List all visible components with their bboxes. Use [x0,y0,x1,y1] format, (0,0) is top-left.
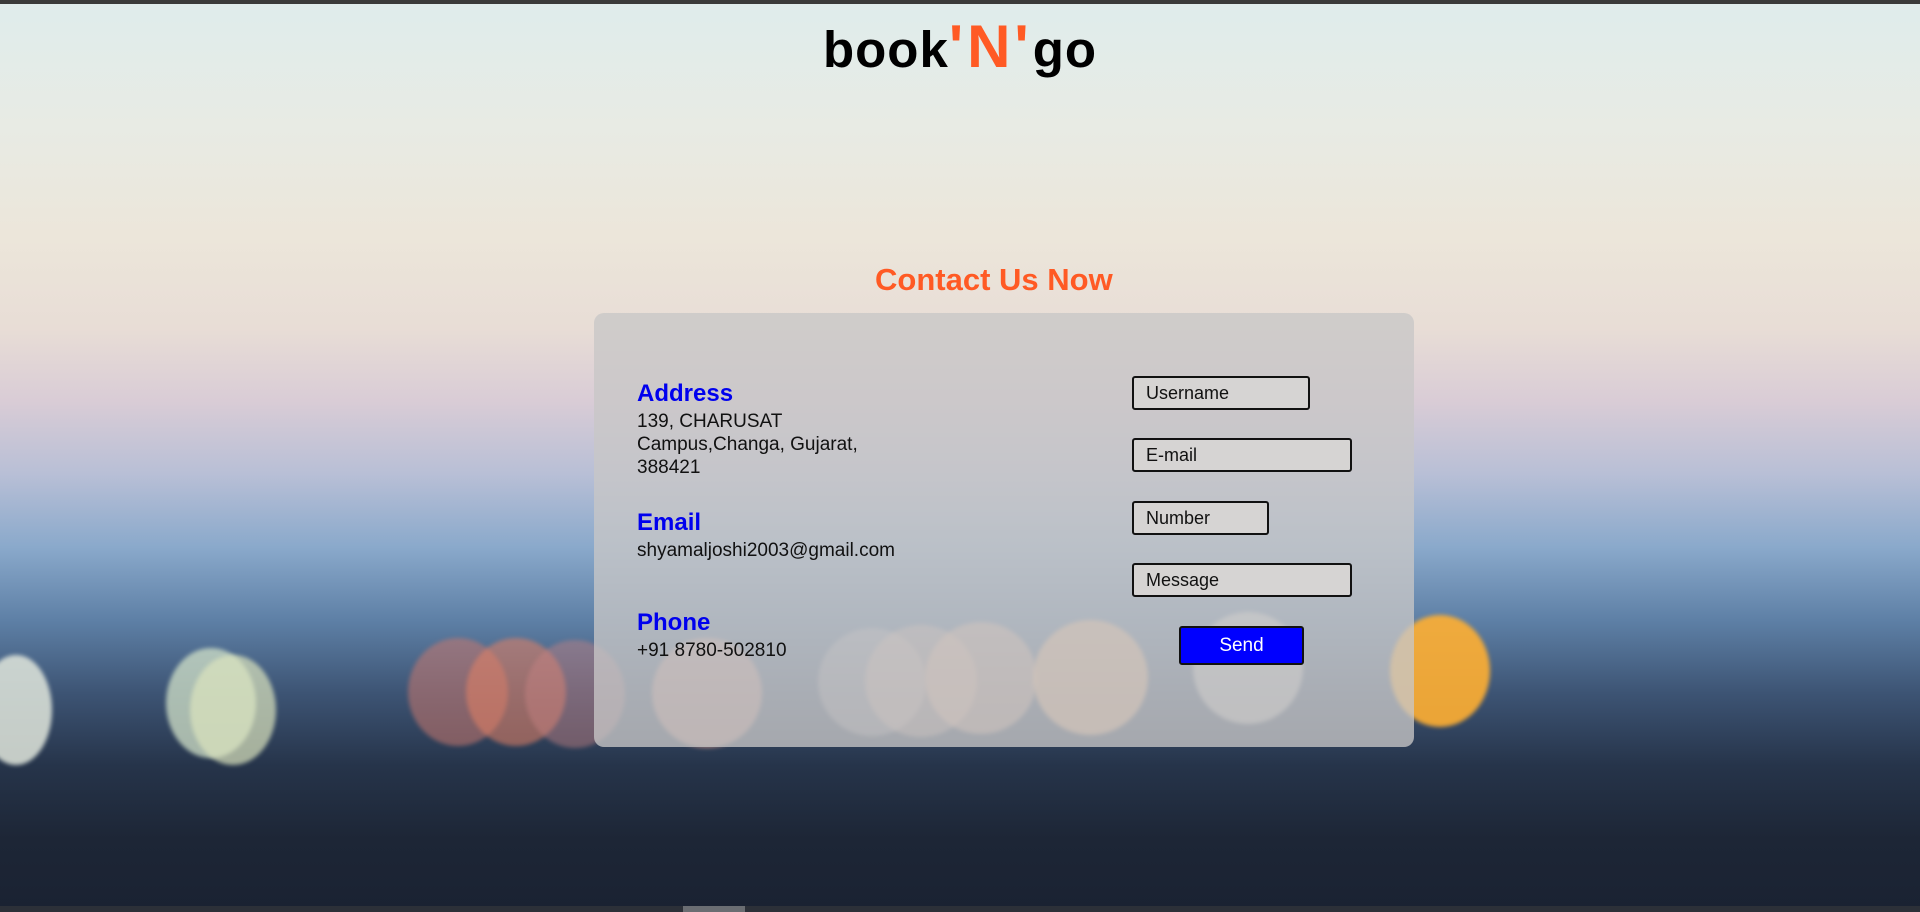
site-logo[interactable]: book'N'go [0,12,1920,81]
email-heading: Email [637,509,702,536]
phone-heading: Phone [637,609,711,636]
phone-block: Phone +91 8780-502810 [637,609,787,662]
bokeh-light [190,655,276,765]
address-text: 139, CHARUSAT Campus,Changa, Gujarat, 38… [637,411,858,478]
scrollbar-thumb[interactable] [683,906,745,912]
address-block: Address 139, CHARUSAT Campus,Changa, Guj… [637,380,858,479]
message-input[interactable] [1132,563,1352,597]
email-input[interactable] [1132,438,1352,472]
email-text: shyamaljoshi2003@gmail.com [637,540,895,561]
horizontal-scrollbar[interactable] [0,906,1920,912]
email-block: Email shyamaljoshi2003@gmail.com [637,509,895,562]
send-button[interactable]: Send [1179,626,1304,665]
address-heading: Address [637,380,734,407]
logo-text-n: 'N' [948,13,1033,80]
contact-card: Address 139, CHARUSAT Campus,Changa, Guj… [594,313,1414,747]
contact-title: Contact Us Now [875,262,1113,297]
number-input[interactable] [1132,501,1269,535]
phone-text: +91 8780-502810 [637,640,787,661]
bokeh-light [0,655,52,765]
logo-text-go: go [1032,21,1097,78]
browser-top-edge [0,0,1920,4]
logo-text-book: book [822,21,949,78]
username-input[interactable] [1132,376,1310,410]
